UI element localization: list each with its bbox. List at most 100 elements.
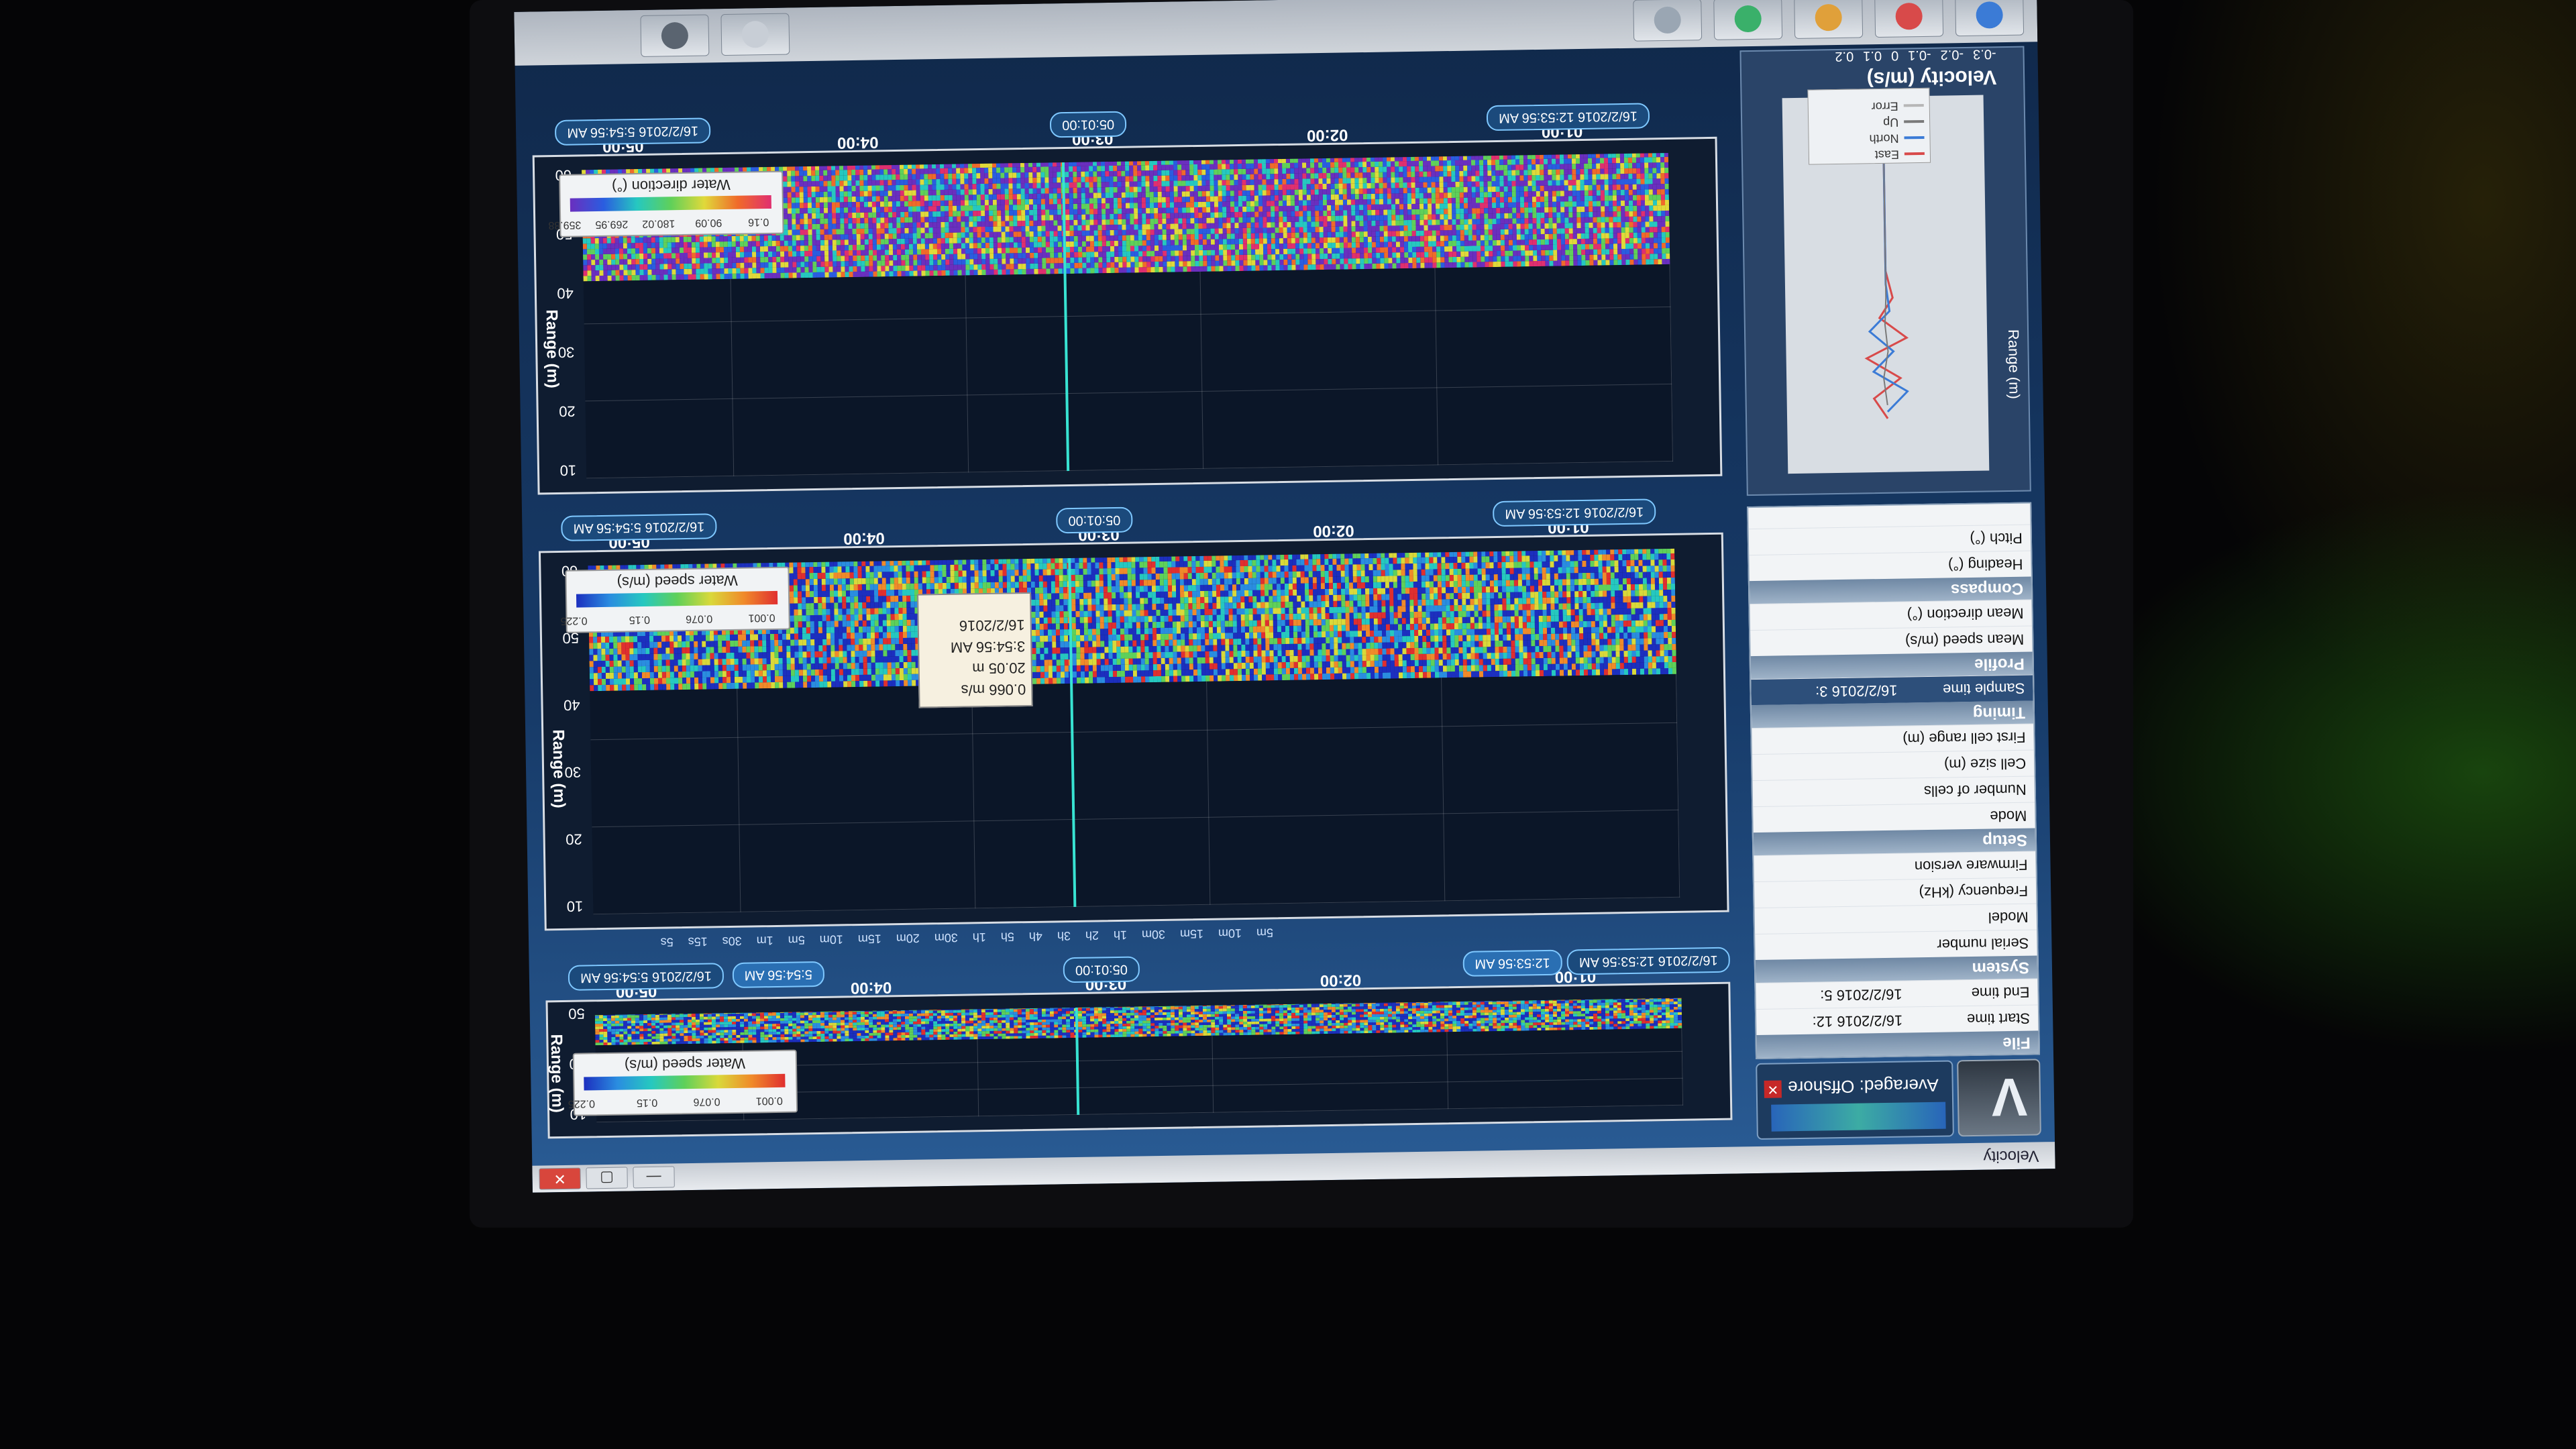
properties-section-header[interactable]: Setup [1753, 828, 2036, 856]
heatmap-cell [1598, 566, 1603, 573]
heatmap-cell [800, 1026, 805, 1029]
heatmap-cell [1146, 1020, 1151, 1024]
heatmap-cell [1114, 1031, 1119, 1035]
properties-section-header[interactable]: Compass [1749, 576, 2032, 604]
heatmap-cell [792, 1020, 797, 1024]
heatmap-cell [1348, 1022, 1352, 1026]
heatmap-cell [1484, 1012, 1489, 1016]
heatmap-cell [1602, 572, 1607, 579]
heatmap-cell [1657, 1004, 1662, 1008]
heatmap-cell [1448, 1016, 1453, 1019]
overview-sel-end-pill[interactable]: 5:54:56 AM [732, 961, 825, 988]
heatmap-cell [1649, 1012, 1654, 1016]
heatmap-cell [1138, 1028, 1143, 1032]
properties-section-header[interactable]: Timing [1751, 700, 2034, 729]
zoom-level-option[interactable]: 3h [1057, 929, 1071, 943]
heatmap-cell [816, 1012, 820, 1016]
zoom-level-option[interactable]: 2h [1085, 928, 1099, 942]
heatmap-cell [1666, 1020, 1670, 1024]
zoom-level-option[interactable]: 10m [820, 932, 843, 947]
zoom-level-option[interactable]: 4h [1029, 930, 1042, 943]
heatmap-cell [1122, 1012, 1126, 1016]
zoom-level-option[interactable]: 10m [1218, 926, 1242, 941]
overview-chart[interactable]: Range (m) 103050 0.0010.0760.150.225 Wat… [545, 981, 1733, 1139]
heatmap-cell [861, 1030, 865, 1034]
heatmap-cell [1054, 1035, 1059, 1038]
heatmap-cell [1601, 1024, 1606, 1027]
heatmap-cell [1578, 591, 1583, 598]
heatmap-cell [1389, 606, 1394, 612]
heatmap-cell [1659, 596, 1664, 602]
heatmap-cell [792, 1036, 797, 1040]
heatmap-cell [1434, 599, 1438, 606]
app-logo-button[interactable]: V [1957, 1059, 2041, 1137]
heatmap-cell [1477, 1018, 1481, 1021]
heatmap-cell [924, 1010, 929, 1014]
zoom-level-option[interactable]: 15s [688, 935, 708, 949]
overview-end-pill[interactable]: 16/2/2016 5:54:56 AM [568, 963, 724, 991]
heatmap-cell [1513, 1022, 1517, 1026]
close-button[interactable]: ✕ [539, 1167, 581, 1190]
heatmap-cell [1666, 1023, 1670, 1026]
heatmap-cell [1053, 1008, 1058, 1012]
heatmap-cell [1365, 606, 1370, 613]
zoom-level-option[interactable]: 5m [788, 933, 805, 947]
zoom-level-option[interactable]: 20m [896, 932, 920, 946]
heatmap-cell [1673, 1001, 1678, 1004]
zoom-level-option[interactable]: 15m [858, 932, 881, 947]
heatmap-cell [1355, 1009, 1360, 1012]
heatmap-cell [872, 1008, 877, 1012]
overview-sel-start-pill[interactable]: 12:53:56 AM [1462, 949, 1563, 977]
heatmap-cell [937, 1029, 942, 1032]
heatmap-cell [932, 1013, 937, 1016]
heatmap-cell [1246, 1002, 1251, 1006]
heatmap-cell [1352, 1030, 1356, 1034]
heatmap-cell [602, 1012, 607, 1016]
water-speed-chart[interactable]: 0.066 m/s 20.05 m 3:54:56 AM 16/2/2016 R… [538, 532, 1729, 931]
properties-section-header[interactable]: Profile [1750, 651, 2033, 680]
zoom-level-option[interactable]: 1h [1114, 928, 1127, 942]
heatmap-cell [1609, 1013, 1614, 1016]
heatmap-cell [663, 1036, 668, 1039]
heatmap-cell [1223, 1030, 1228, 1033]
overview-cursor-pill[interactable]: 05:01:00 [1063, 956, 1140, 983]
heatmap-cell [1089, 1013, 1094, 1016]
heatmap-cell [800, 1031, 805, 1034]
heatmap-cell [683, 1020, 688, 1023]
heatmap-cell [848, 1017, 853, 1020]
heatmap-cell [739, 1010, 744, 1014]
zoom-level-option[interactable]: 5s [661, 935, 674, 949]
heatmap-cell [1540, 1006, 1545, 1010]
heatmap-cell [1482, 616, 1487, 623]
heatmap-cell [1469, 556, 1474, 563]
heatmap-cell [1162, 1012, 1167, 1015]
heatmap-cell [599, 1037, 604, 1040]
heatmap-cell [663, 1028, 668, 1031]
zoom-level-option[interactable]: 30m [934, 931, 958, 945]
zoom-level-option[interactable]: 15m [1180, 927, 1203, 941]
zoom-level-option[interactable]: 1h [973, 930, 986, 944]
heatmap-cell [1555, 633, 1560, 640]
zoom-level-option[interactable]: 5h [1001, 930, 1014, 943]
maximize-button[interactable]: ▢ [586, 1167, 628, 1189]
properties-section-header[interactable]: File [1756, 1030, 2039, 1059]
zoom-level-option[interactable]: 30s [722, 934, 742, 948]
heatmap-cell [1542, 591, 1547, 598]
dataset-card[interactable]: Averaged: Offshore ✕ [1756, 1060, 1954, 1140]
properties-section-header[interactable]: System [1755, 955, 2038, 983]
heatmap-cell [856, 1020, 861, 1023]
remove-dataset-icon[interactable]: ✕ [1764, 1080, 1782, 1098]
heatmap-cell [1496, 1010, 1501, 1013]
heatmap-cell [1631, 650, 1636, 657]
heatmap-cell [1587, 602, 1591, 609]
heatmap-cell [1510, 604, 1515, 610]
heatmap-cell [941, 1032, 946, 1035]
zoom-level-option[interactable]: 30m [1142, 928, 1165, 942]
heatmap-cell [672, 1028, 676, 1031]
minimize-button[interactable]: — [633, 1166, 675, 1189]
zoom-level-option[interactable]: 5m [1256, 926, 1273, 939]
overview-start-pill[interactable]: 16/2/2016 12:53:56 AM [1566, 947, 1731, 975]
heatmap-cell [1575, 669, 1580, 676]
zoom-level-option[interactable]: 1m [757, 934, 773, 947]
heatmap-cell [1607, 608, 1611, 615]
